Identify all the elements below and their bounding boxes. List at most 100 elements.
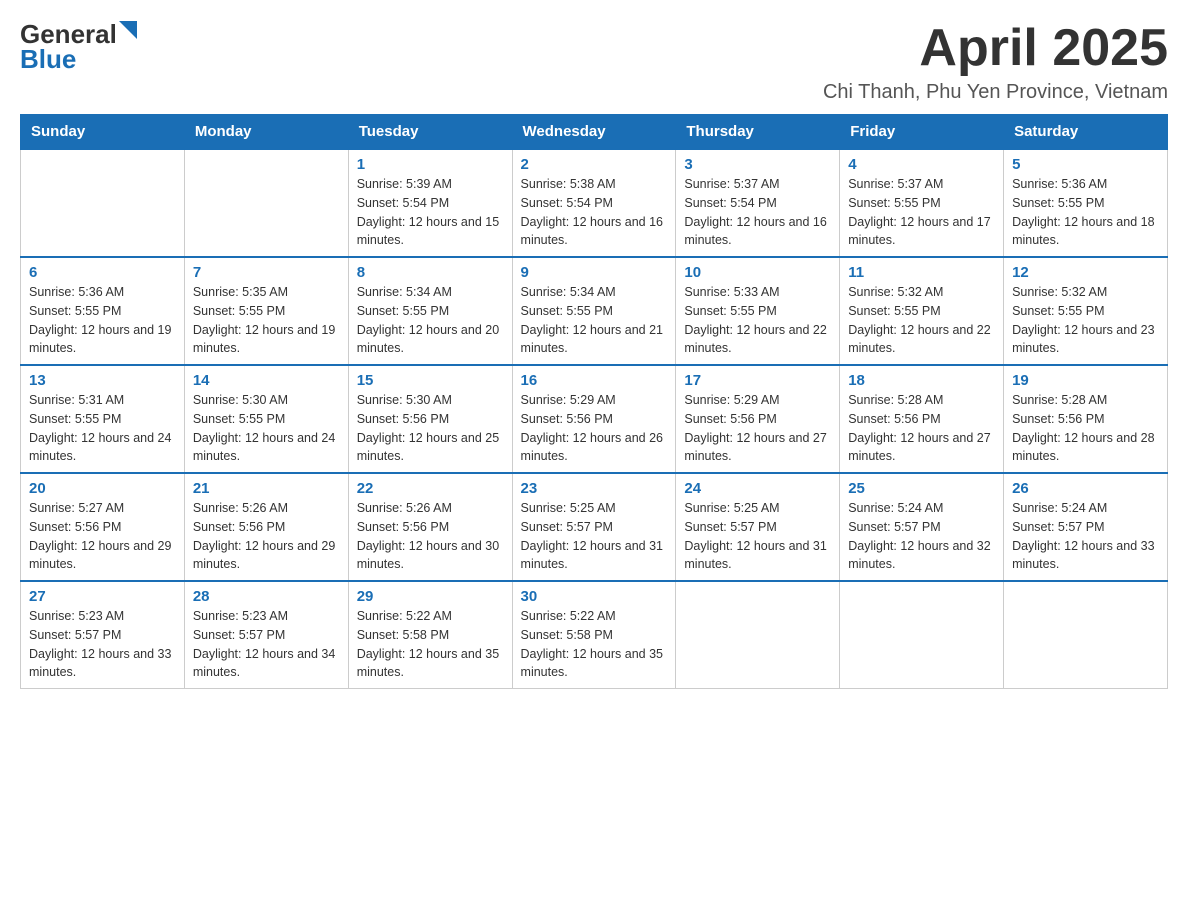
calendar-cell (21, 149, 185, 257)
day-of-week-header: Wednesday (512, 115, 676, 150)
logo-blue-text: Blue (20, 45, 137, 74)
calendar-cell: 30Sunrise: 5:22 AMSunset: 5:58 PMDayligh… (512, 581, 676, 689)
title-block: April 2025 Chi Thanh, Phu Yen Province, … (823, 20, 1168, 104)
calendar-cell: 11Sunrise: 5:32 AMSunset: 5:55 PMDayligh… (840, 257, 1004, 365)
calendar-cell: 22 Sunrise: 5:26 AMSunset: 5:56 PMDayligh… (348, 473, 512, 581)
day-info: Sunrise: 5:34 AMSunset: 5:55 PMDaylight:… (357, 283, 504, 358)
day-of-week-header: Thursday (676, 115, 840, 150)
day-number: 21 (193, 480, 340, 497)
day-number: 9 (521, 264, 668, 281)
calendar-cell: 2Sunrise: 5:38 AMSunset: 5:54 PMDaylight… (512, 149, 676, 257)
day-info: Sunrise: 5:24 AMSunset: 5:57 PMDaylight:… (848, 499, 995, 574)
day-number: 6 (29, 264, 176, 281)
day-number: 17 (684, 372, 831, 389)
calendar-cell: 4 Sunrise: 5:37 AMSunset: 5:55 PMDaylight… (840, 149, 1004, 257)
day-of-week-header: Saturday (1004, 115, 1168, 150)
day-number: 20 (29, 480, 176, 497)
calendar-cell: 12Sunrise: 5:32 AMSunset: 5:55 PMDayligh… (1004, 257, 1168, 365)
day-number: 10 (684, 264, 831, 281)
calendar-cell (840, 581, 1004, 689)
day-number: 8 (357, 264, 504, 281)
calendar-cell: 15 Sunrise: 5:30 AMSunset: 5:56 PMDayligh… (348, 365, 512, 473)
calendar-week-row: 1 Sunrise: 5:39 AMSunset: 5:54 PMDaylight… (21, 149, 1168, 257)
day-info: Sunrise: 5:37 AMSunset: 5:54 PMDaylight:… (684, 175, 831, 250)
calendar-week-row: 6Sunrise: 5:36 AMSunset: 5:55 PMDaylight… (21, 257, 1168, 365)
calendar-cell: 20 Sunrise: 5:27 AMSunset: 5:56 PMDayligh… (21, 473, 185, 581)
day-number: 15 (357, 372, 504, 389)
calendar-cell: 5Sunrise: 5:36 AMSunset: 5:55 PMDaylight… (1004, 149, 1168, 257)
calendar-cell: 27 Sunrise: 5:23 AMSunset: 5:57 PMDayligh… (21, 581, 185, 689)
day-info: Sunrise: 5:32 AMSunset: 5:55 PMDaylight:… (848, 283, 995, 358)
calendar-cell: 23 Sunrise: 5:25 AMSunset: 5:57 PMDayligh… (512, 473, 676, 581)
day-of-week-header: Sunday (21, 115, 185, 150)
day-number: 5 (1012, 156, 1159, 173)
calendar-cell: 26 Sunrise: 5:24 AMSunset: 5:57 PMDayligh… (1004, 473, 1168, 581)
calendar-cell: 28 Sunrise: 5:23 AMSunset: 5:57 PMDayligh… (184, 581, 348, 689)
day-of-week-header: Tuesday (348, 115, 512, 150)
calendar-cell: 19 Sunrise: 5:28 AMSunset: 5:56 PMDayligh… (1004, 365, 1168, 473)
day-info: Sunrise: 5:29 AMSunset: 5:56 PMDaylight:… (684, 391, 831, 466)
day-info: Sunrise: 5:35 AMSunset: 5:55 PMDaylight:… (193, 283, 340, 358)
day-number: 23 (521, 480, 668, 497)
day-info: Sunrise: 5:25 AMSunset: 5:57 PMDaylight:… (684, 499, 831, 574)
day-number: 3 (684, 156, 831, 173)
day-number: 13 (29, 372, 176, 389)
calendar-cell: 10Sunrise: 5:33 AMSunset: 5:55 PMDayligh… (676, 257, 840, 365)
calendar-cell: 24Sunrise: 5:25 AMSunset: 5:57 PMDayligh… (676, 473, 840, 581)
calendar-cell: 21 Sunrise: 5:26 AMSunset: 5:56 PMDayligh… (184, 473, 348, 581)
day-info: Sunrise: 5:26 AMSunset: 5:56 PMDaylight:… (193, 499, 340, 574)
page-header: General Blue April 2025 Chi Thanh, Phu Y… (20, 20, 1168, 104)
calendar-cell: 14 Sunrise: 5:30 AMSunset: 5:55 PMDayligh… (184, 365, 348, 473)
day-info: Sunrise: 5:26 AMSunset: 5:56 PMDaylight:… (357, 499, 504, 574)
calendar-week-row: 27 Sunrise: 5:23 AMSunset: 5:57 PMDayligh… (21, 581, 1168, 689)
calendar-cell: 29 Sunrise: 5:22 AMSunset: 5:58 PMDayligh… (348, 581, 512, 689)
day-number: 1 (357, 156, 504, 173)
day-info: Sunrise: 5:24 AMSunset: 5:57 PMDaylight:… (1012, 499, 1159, 574)
day-of-week-header: Friday (840, 115, 1004, 150)
day-info: Sunrise: 5:30 AMSunset: 5:55 PMDaylight:… (193, 391, 340, 466)
day-of-week-header: Monday (184, 115, 348, 150)
day-number: 4 (848, 156, 995, 173)
calendar-cell: 25 Sunrise: 5:24 AMSunset: 5:57 PMDayligh… (840, 473, 1004, 581)
day-info: Sunrise: 5:38 AMSunset: 5:54 PMDaylight:… (521, 175, 668, 250)
day-info: Sunrise: 5:27 AMSunset: 5:56 PMDaylight:… (29, 499, 176, 574)
day-info: Sunrise: 5:22 AMSunset: 5:58 PMDaylight:… (521, 607, 668, 682)
day-info: Sunrise: 5:30 AMSunset: 5:56 PMDaylight:… (357, 391, 504, 466)
calendar-header-row: SundayMondayTuesdayWednesdayThursdayFrid… (21, 115, 1168, 150)
calendar-week-row: 20 Sunrise: 5:27 AMSunset: 5:56 PMDayligh… (21, 473, 1168, 581)
calendar-cell: 13 Sunrise: 5:31 AMSunset: 5:55 PMDayligh… (21, 365, 185, 473)
calendar-cell (1004, 581, 1168, 689)
calendar-cell: 16Sunrise: 5:29 AMSunset: 5:56 PMDayligh… (512, 365, 676, 473)
calendar-cell: 8 Sunrise: 5:34 AMSunset: 5:55 PMDaylight… (348, 257, 512, 365)
day-number: 28 (193, 588, 340, 605)
day-number: 22 (357, 480, 504, 497)
day-number: 26 (1012, 480, 1159, 497)
logo-triangle-icon (119, 21, 137, 44)
calendar-cell: 18Sunrise: 5:28 AMSunset: 5:56 PMDayligh… (840, 365, 1004, 473)
calendar-cell: 3 Sunrise: 5:37 AMSunset: 5:54 PMDaylight… (676, 149, 840, 257)
day-number: 19 (1012, 372, 1159, 389)
calendar-cell (184, 149, 348, 257)
day-info: Sunrise: 5:23 AMSunset: 5:57 PMDaylight:… (193, 607, 340, 682)
calendar-cell: 6Sunrise: 5:36 AMSunset: 5:55 PMDaylight… (21, 257, 185, 365)
day-number: 14 (193, 372, 340, 389)
day-number: 12 (1012, 264, 1159, 281)
day-info: Sunrise: 5:28 AMSunset: 5:56 PMDaylight:… (848, 391, 995, 466)
day-info: Sunrise: 5:29 AMSunset: 5:56 PMDaylight:… (521, 391, 668, 466)
day-number: 29 (357, 588, 504, 605)
day-number: 27 (29, 588, 176, 605)
day-info: Sunrise: 5:28 AMSunset: 5:56 PMDaylight:… (1012, 391, 1159, 466)
day-number: 7 (193, 264, 340, 281)
calendar-cell: 1 Sunrise: 5:39 AMSunset: 5:54 PMDaylight… (348, 149, 512, 257)
calendar-cell: 17 Sunrise: 5:29 AMSunset: 5:56 PMDayligh… (676, 365, 840, 473)
day-info: Sunrise: 5:39 AMSunset: 5:54 PMDaylight:… (357, 175, 504, 250)
day-info: Sunrise: 5:34 AMSunset: 5:55 PMDaylight:… (521, 283, 668, 358)
day-info: Sunrise: 5:22 AMSunset: 5:58 PMDaylight:… (357, 607, 504, 682)
logo: General Blue (20, 20, 137, 73)
calendar-week-row: 13 Sunrise: 5:31 AMSunset: 5:55 PMDayligh… (21, 365, 1168, 473)
day-info: Sunrise: 5:23 AMSunset: 5:57 PMDaylight:… (29, 607, 176, 682)
day-info: Sunrise: 5:31 AMSunset: 5:55 PMDaylight:… (29, 391, 176, 466)
day-number: 25 (848, 480, 995, 497)
day-info: Sunrise: 5:37 AMSunset: 5:55 PMDaylight:… (848, 175, 995, 250)
day-info: Sunrise: 5:25 AMSunset: 5:57 PMDaylight:… (521, 499, 668, 574)
